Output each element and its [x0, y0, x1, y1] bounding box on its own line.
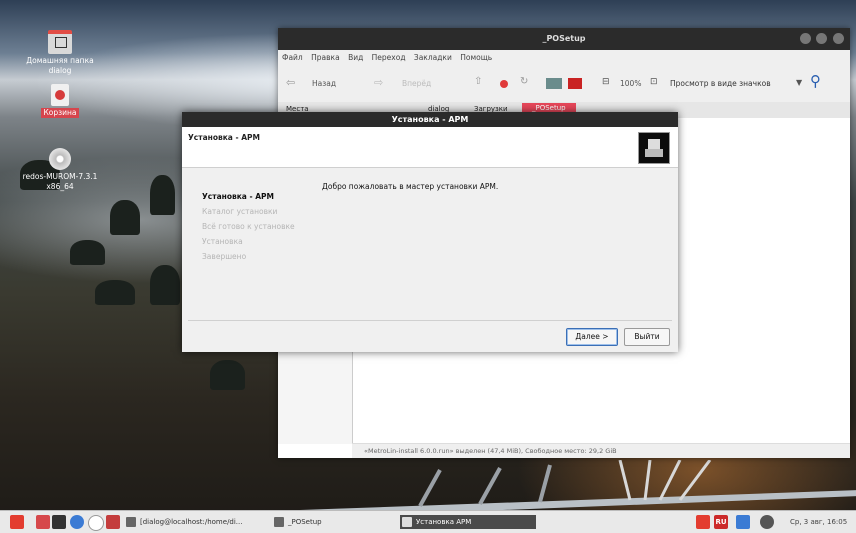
chevron-down-icon[interactable]: ▼ — [796, 78, 802, 87]
installer-header: Установка - АРМ — [182, 127, 678, 168]
task-label: _POSetup — [288, 518, 322, 526]
maximize-icon[interactable] — [816, 33, 828, 44]
step-item: Установка — [202, 237, 243, 246]
step-item: Всё готово к установке — [202, 222, 295, 231]
step-item: Завершено — [202, 252, 247, 261]
close-icon[interactable] — [833, 33, 844, 44]
clock[interactable]: Ср, 3 авг, 16:05 — [790, 518, 847, 526]
toolbar: ⇦ Назад ⇨ Вперёд ⇧ ↻ ⊟ 100% ⊡ Просмотр в… — [278, 66, 850, 102]
wallpaper-tree — [110, 200, 140, 235]
desktop-icon-home[interactable]: Домашняя папка dialog — [20, 30, 100, 76]
app-icon[interactable] — [106, 515, 120, 529]
view-mode-select[interactable]: Просмотр в виде значков — [670, 79, 771, 88]
menu-bar: Файл Правка Вид Переход Закладки Помощь — [278, 50, 850, 66]
cd-icon — [49, 148, 71, 170]
file-manager-titlebar[interactable]: _POSetup — [278, 28, 850, 50]
menu-edit[interactable]: Правка — [311, 53, 340, 62]
step-item: Каталог установки — [202, 207, 278, 216]
menu-go[interactable]: Переход — [372, 53, 406, 62]
task-label: [dialog@localhost:/home/di... — [140, 518, 243, 526]
volume-icon[interactable] — [760, 515, 774, 529]
wallpaper-tree — [150, 175, 175, 215]
zoom-level: 100% — [620, 79, 642, 88]
desktop-icon-label: Домашняя папка dialog — [26, 56, 94, 75]
next-button[interactable]: Далее > — [566, 328, 618, 346]
installer-dialog: Установка - АРМ Установка - АРМ Добро по… — [182, 112, 678, 352]
forward-arrow-icon[interactable]: ⇨ — [374, 76, 383, 89]
trash-icon — [51, 84, 69, 106]
zoom-out-icon[interactable]: ⊟ — [602, 77, 610, 87]
media-icon[interactable] — [568, 78, 582, 89]
network-icon[interactable] — [736, 515, 750, 529]
menu-help[interactable]: Помощь — [460, 53, 492, 62]
menu-file[interactable]: Файл — [282, 53, 303, 62]
menu-view[interactable]: Вид — [348, 53, 363, 62]
desktop-icon-trash[interactable]: Корзина — [20, 84, 100, 118]
minimize-icon[interactable] — [799, 33, 811, 44]
search-launcher-icon[interactable] — [88, 515, 104, 531]
back-button-label[interactable]: Назад — [312, 79, 336, 88]
task-installer[interactable]: Установка АРМ — [400, 515, 536, 529]
desktop-icon-label: redos-MUROM-7.3.1 x86_64 — [22, 172, 98, 191]
browser-icon[interactable] — [70, 515, 84, 529]
update-icon[interactable] — [696, 515, 710, 529]
welcome-text: Добро пожаловать в мастер установки АРМ. — [322, 182, 499, 191]
installer-titlebar[interactable]: Установка - АРМ — [182, 112, 678, 127]
start-menu-icon[interactable] — [10, 515, 24, 529]
forward-button-label[interactable]: Вперёд — [402, 79, 431, 88]
menu-bookmarks[interactable]: Закладки — [414, 53, 452, 62]
computer-icon[interactable] — [546, 78, 562, 89]
terminal-task-icon — [126, 517, 136, 527]
wallpaper-tree — [95, 280, 135, 305]
desktop-icon-disc[interactable]: redos-MUROM-7.3.1 x86_64 — [20, 148, 100, 192]
desktop-icon-label: Корзина — [41, 108, 79, 118]
keyboard-layout-indicator[interactable]: RU — [714, 515, 728, 529]
exit-button[interactable]: Выйти — [624, 328, 670, 346]
taskbar: [dialog@localhost:/home/di... _POSetup У… — [0, 510, 856, 533]
installer-steps: Установка - АРМ Каталог установки Всё го… — [202, 192, 295, 267]
wallpaper-tree — [70, 240, 105, 265]
task-terminal[interactable]: [dialog@localhost:/home/di... — [124, 515, 278, 529]
folder-task-icon — [274, 517, 284, 527]
app-launcher-icon[interactable] — [36, 515, 50, 529]
installer-logo-icon — [638, 132, 670, 164]
step-item-active: Установка - АРМ — [202, 192, 274, 201]
window-title: _POSetup — [542, 34, 586, 43]
up-icon[interactable]: ⇧ — [474, 76, 482, 87]
wallpaper-tree — [150, 265, 180, 305]
window-controls — [797, 33, 844, 46]
reload-icon[interactable]: ↻ — [520, 76, 528, 87]
wallpaper-tree — [210, 360, 245, 390]
task-file-manager[interactable]: _POSetup — [272, 515, 396, 529]
installer-task-icon — [402, 517, 412, 527]
home-folder-icon — [48, 30, 72, 54]
back-arrow-icon[interactable]: ⇦ — [286, 76, 295, 89]
zoom-in-icon[interactable]: ⊡ — [650, 77, 658, 87]
status-bar: «MetroLin-install 6.0.0.run» выделен (47… — [352, 443, 850, 458]
stop-icon[interactable] — [500, 80, 508, 88]
installer-header-title: Установка - АРМ — [188, 133, 260, 142]
terminal-icon[interactable] — [52, 515, 66, 529]
divider — [188, 320, 672, 321]
search-icon[interactable]: ⚲ — [810, 72, 821, 90]
task-label: Установка АРМ — [416, 518, 472, 526]
